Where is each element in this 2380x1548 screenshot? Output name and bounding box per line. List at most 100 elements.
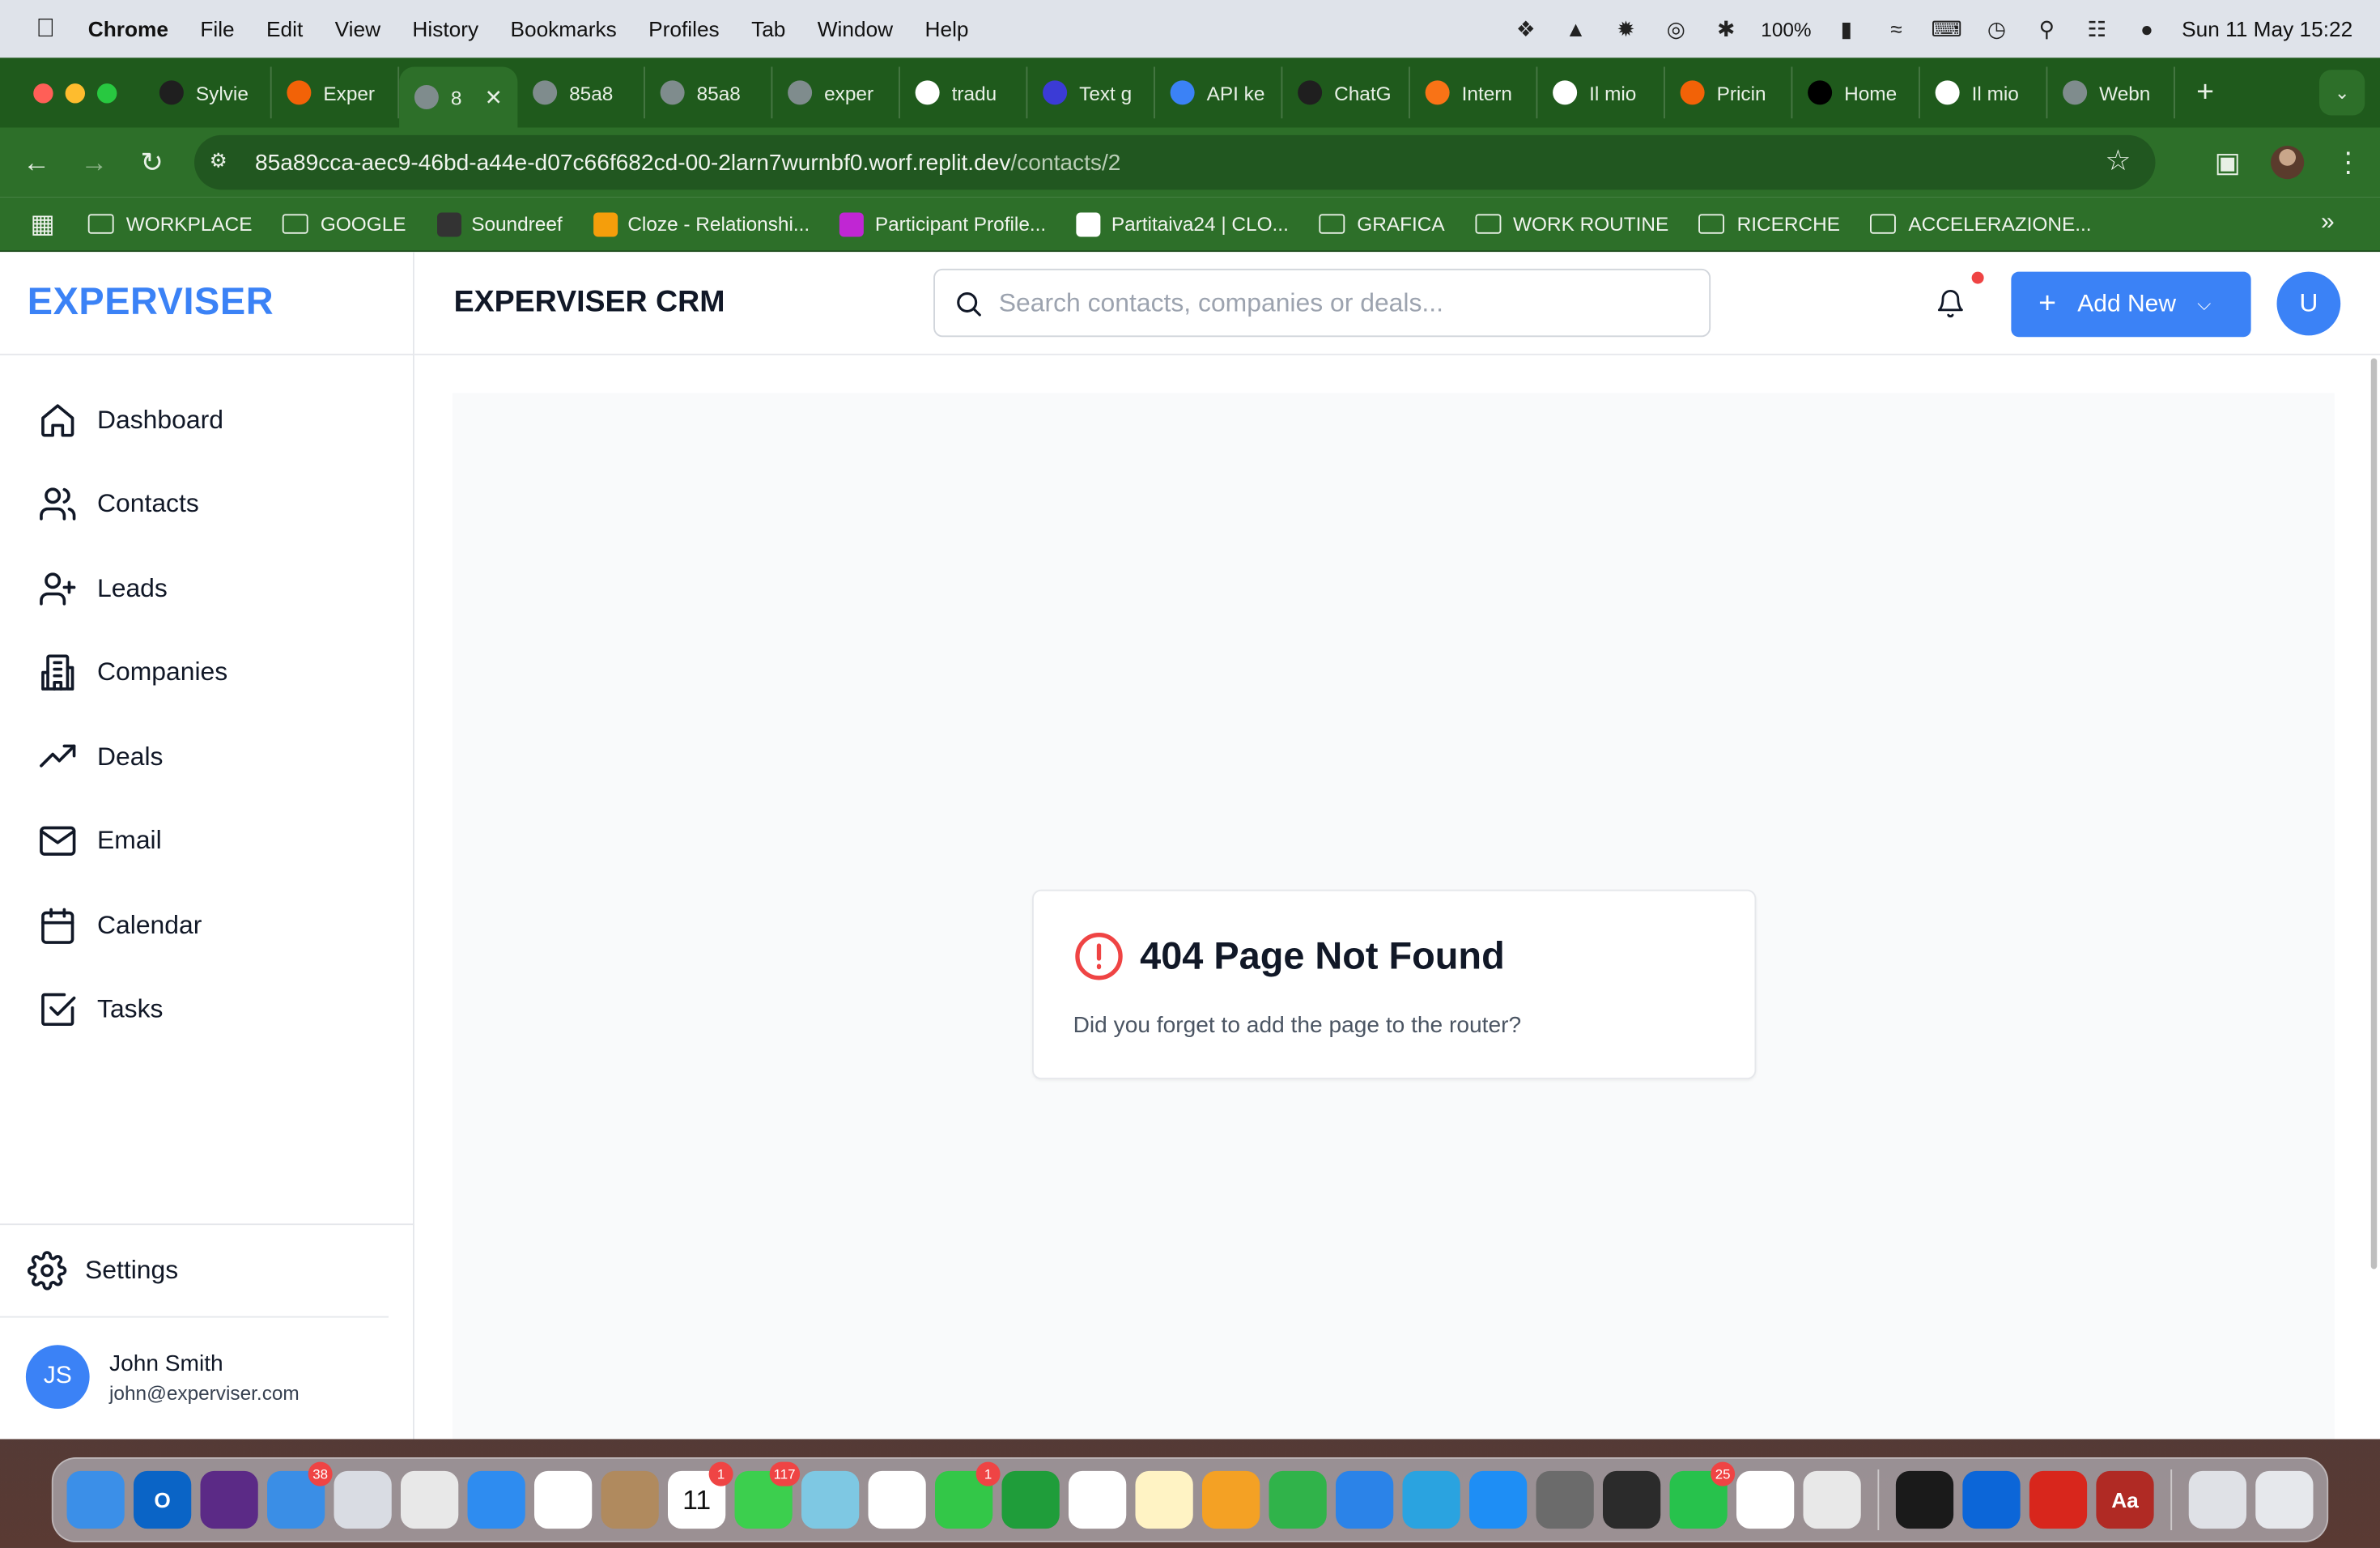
control-center-icon[interactable]: ☷ — [2081, 16, 2112, 41]
bookmark-item[interactable]: Partitaiva24 | CLO... — [1076, 211, 1289, 236]
sidebar-item-calendar[interactable]: Calendar — [0, 883, 413, 968]
scrollbar[interactable] — [2370, 358, 2378, 1269]
sidebar-item-dashboard[interactable]: Dashboard — [0, 378, 413, 462]
close-window-button[interactable] — [33, 83, 53, 103]
more-bookmarks-icon[interactable]: » — [2321, 210, 2335, 237]
time-machine-icon[interactable]: ◷ — [1982, 16, 2012, 41]
menu-window[interactable]: Window — [818, 17, 893, 41]
dock-outlook-icon[interactable]: O — [134, 1470, 192, 1529]
menu-profiles[interactable]: Profiles — [648, 17, 720, 41]
close-tab-icon[interactable]: ✕ — [485, 84, 503, 110]
extensions-icon[interactable]: ▣ — [2215, 147, 2241, 178]
dock-photos-icon[interactable] — [868, 1470, 926, 1529]
bookmark-item[interactable]: WORKPLACE — [87, 213, 253, 236]
sidebar-item-leads[interactable]: Leads — [0, 546, 413, 631]
dock-chat-icon[interactable] — [1001, 1470, 1060, 1529]
minimize-window-button[interactable] — [65, 83, 85, 103]
dock-pages-icon[interactable] — [1202, 1470, 1260, 1529]
menu-help[interactable]: Help — [925, 17, 969, 41]
dock-messages-icon[interactable]: 117 — [734, 1461, 801, 1529]
dock-downloads-icon[interactable] — [2188, 1470, 2246, 1529]
dock-telegram-icon[interactable] — [1402, 1470, 1460, 1529]
sidebar-item-email[interactable]: Email — [0, 799, 413, 883]
bookmark-item[interactable]: RICERCHE — [1698, 213, 1840, 236]
sidebar-item-tasks[interactable]: Tasks — [0, 968, 413, 1052]
dock-chrome-icon[interactable] — [401, 1470, 459, 1529]
browser-tab[interactable]: Home — [1792, 66, 1920, 119]
profile-avatar[interactable] — [2271, 146, 2305, 180]
dock-launchpad-icon[interactable] — [334, 1470, 392, 1529]
menu-file[interactable]: File — [200, 17, 234, 41]
menu-history[interactable]: History — [412, 17, 478, 41]
browser-tab[interactable]: Il mio — [1920, 66, 2048, 119]
dock-evernote-icon[interactable] — [1069, 1470, 1127, 1529]
browser-tab[interactable]: Exper — [272, 66, 400, 119]
browser-tab[interactable]: exper — [772, 66, 900, 119]
dock-contacts-icon[interactable] — [601, 1470, 659, 1529]
browser-tab[interactable]: Pricin — [1665, 66, 1793, 119]
menubar-datetime[interactable]: Sun 11 May 15:22 — [2182, 17, 2352, 41]
bookmark-star-icon[interactable]: ☆ — [2106, 144, 2131, 179]
bookmark-item[interactable]: GRAFICA — [1319, 213, 1445, 236]
browser-tab[interactable]: 85a8 — [645, 66, 773, 119]
browser-tab[interactable]: Il mio — [1537, 66, 1665, 119]
sidebar-item-companies[interactable]: Companies — [0, 631, 413, 715]
wifi-icon[interactable]: ≈ — [1881, 17, 1912, 41]
bookmark-item[interactable]: ACCELERAZIONE... — [1870, 213, 2092, 236]
chrome-menu-icon[interactable]: ⋮ — [2335, 147, 2362, 178]
siri-icon[interactable]: ● — [2131, 17, 2162, 41]
forward-button[interactable]: → — [70, 138, 118, 187]
dock-calendar-icon[interactable]: 11 1 — [668, 1461, 733, 1529]
dock-maps-icon[interactable] — [801, 1470, 860, 1529]
user-avatar[interactable]: U — [2276, 271, 2341, 336]
menu-edit[interactable]: Edit — [266, 17, 303, 41]
bookmark-item[interactable]: Cloze - Relationshi... — [593, 211, 810, 236]
dock-siri-icon[interactable] — [200, 1470, 258, 1529]
add-new-button[interactable]: + Add New ⌵ — [2011, 271, 2251, 338]
browser-tab[interactable]: 8 ✕ — [399, 66, 518, 128]
drive-icon[interactable]: ▲ — [1561, 17, 1592, 41]
dock-app-store-icon[interactable] — [1469, 1470, 1528, 1529]
user-profile[interactable]: JS John Smith john@experviser.com — [0, 1318, 414, 1436]
browser-tab[interactable]: ChatG — [1282, 66, 1410, 119]
brand-logo[interactable]: EXPERVISER — [0, 252, 413, 355]
browser-tab[interactable]: Webn — [2047, 66, 2175, 119]
dock-trash-icon[interactable] — [2255, 1470, 2314, 1529]
browser-tab[interactable]: Sylvie — [144, 66, 272, 119]
dock-dictionary-icon[interactable]: Aa — [2096, 1470, 2154, 1529]
avatar[interactable]: JS — [25, 1345, 90, 1409]
dock-mail-icon[interactable]: 38 — [267, 1461, 333, 1529]
bookmark-item[interactable]: Soundreef — [436, 211, 563, 236]
dock-facetime-icon[interactable]: 1 — [935, 1461, 1001, 1529]
dropbox-icon[interactable]: ❖ — [1511, 16, 1541, 41]
bookmark-item[interactable]: GOOGLE — [283, 213, 406, 236]
site-info-icon[interactable]: ⚙ — [210, 149, 237, 176]
bookmark-item[interactable]: Participant Profile... — [839, 211, 1046, 236]
dock-chatgpt-icon[interactable] — [1736, 1470, 1795, 1529]
sidebar-item-settings[interactable]: Settings — [0, 1225, 389, 1318]
apps-grid-icon[interactable]: ▦ — [31, 209, 55, 240]
fullscreen-window-button[interactable] — [97, 83, 117, 103]
dock-phone-icon[interactable] — [1603, 1470, 1661, 1529]
dock-opera-icon[interactable] — [534, 1470, 593, 1529]
dock-trello-icon[interactable] — [1962, 1470, 2021, 1529]
browser-tab[interactable]: Intern — [1410, 66, 1538, 119]
dock-system-settings-icon[interactable] — [1536, 1470, 1594, 1529]
dock-numbers-icon[interactable] — [1269, 1470, 1327, 1529]
dock-acrobat-icon[interactable] — [2029, 1470, 2088, 1529]
address-bar[interactable]: ⚙ 85a89cca-aec9-46bd-a44e-d07c66f682cd-0… — [194, 134, 2156, 190]
browser-tab[interactable]: Text g — [1027, 66, 1155, 119]
new-tab-button[interactable]: + — [2196, 75, 2214, 110]
search-input[interactable] — [998, 287, 1667, 318]
dock-whatsapp-icon[interactable]: 25 — [1669, 1461, 1736, 1529]
dock-notes-icon[interactable] — [1135, 1470, 1193, 1529]
tab-search-button[interactable]: ⌄ — [2319, 70, 2365, 116]
dock-safari-icon[interactable] — [467, 1470, 525, 1529]
browser-tab[interactable]: API ke — [1155, 66, 1283, 119]
dock-finder-icon[interactable] — [66, 1470, 125, 1529]
browser-tab[interactable]: 85a8 — [517, 66, 645, 119]
sidebar-item-deals[interactable]: Deals — [0, 715, 413, 799]
keyboard-icon[interactable]: ⌨ — [1932, 16, 1962, 41]
reload-button[interactable]: ↻ — [128, 138, 176, 187]
bookmark-item[interactable]: WORK ROUTINE — [1475, 213, 1668, 236]
